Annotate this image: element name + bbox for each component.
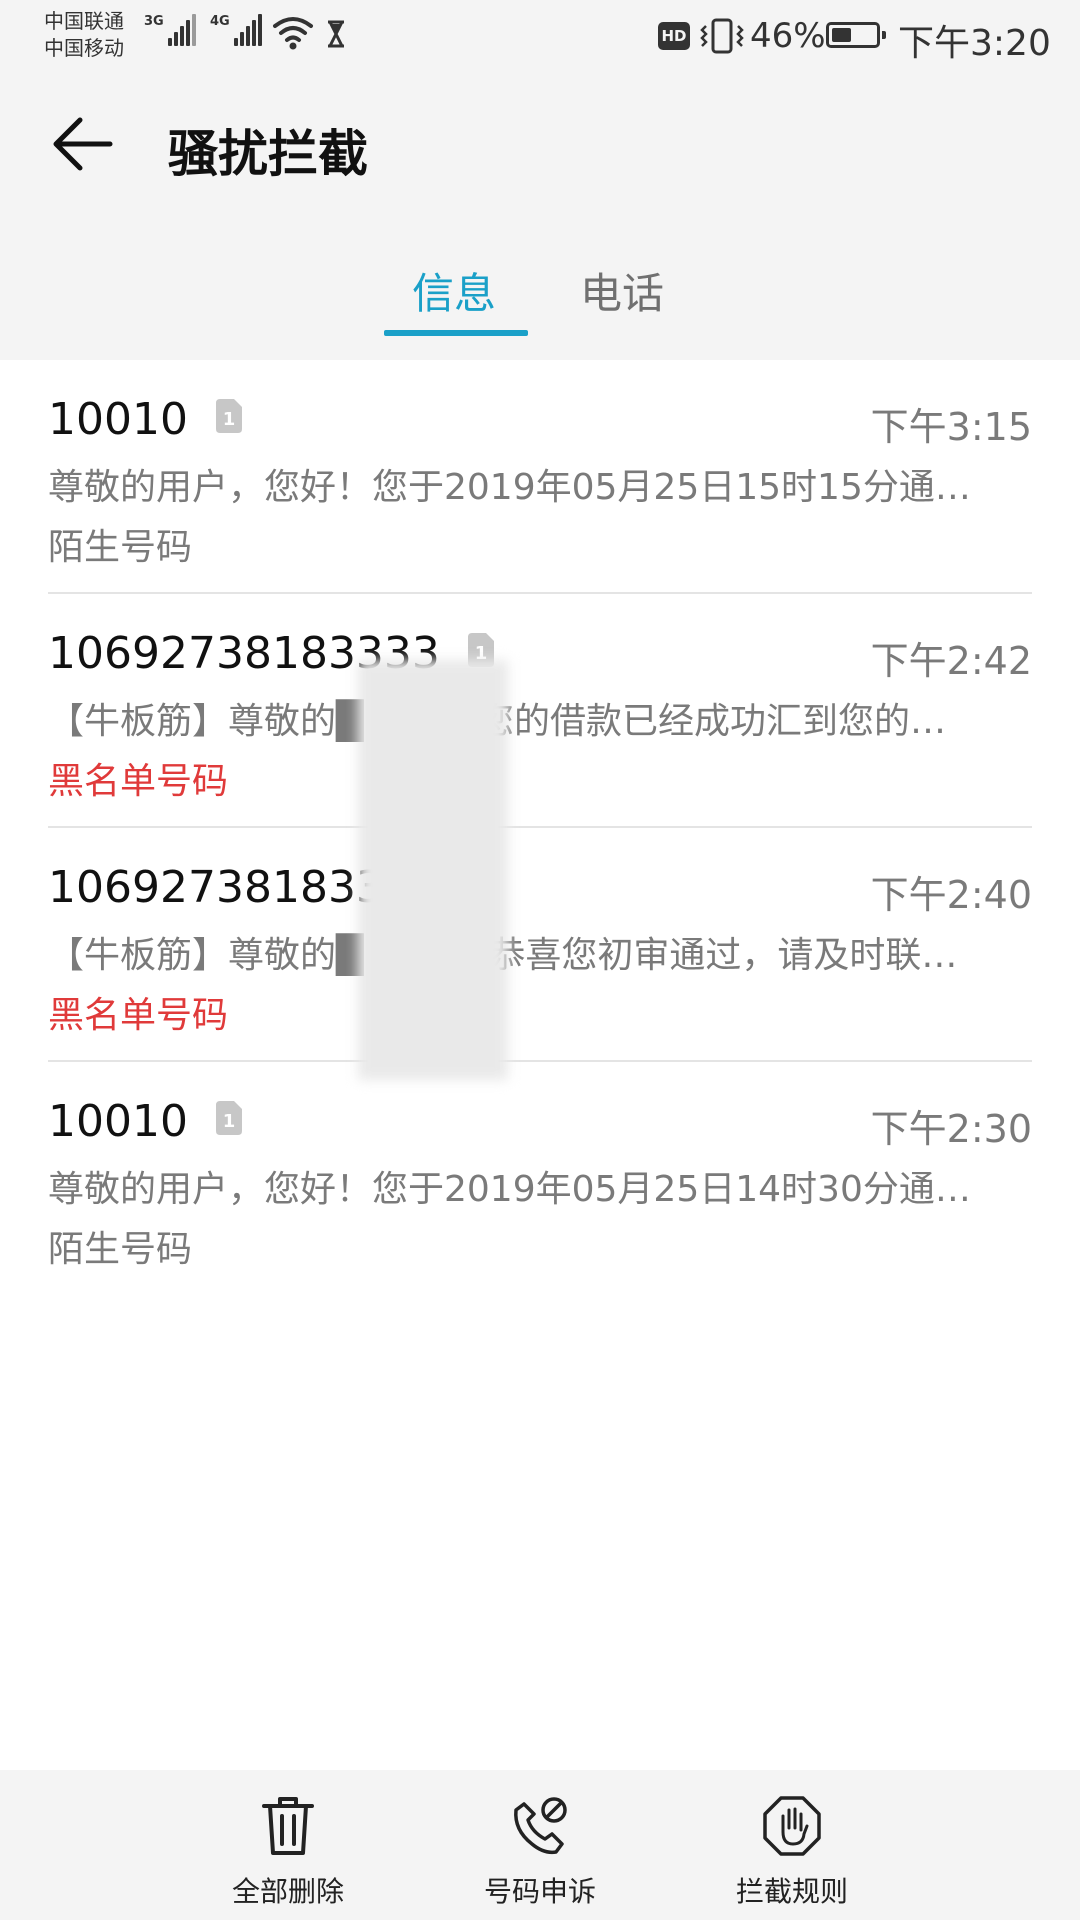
sim-card-icon: 1 — [216, 1101, 242, 1135]
message-time: 下午2:40 — [870, 873, 1032, 917]
number-tag: 陌生号码 — [48, 1229, 193, 1270]
carrier-2: 中国移动 — [44, 36, 124, 60]
network-type-2: 4G — [210, 14, 230, 29]
sender-number: 10010 — [48, 394, 188, 445]
number-tag: 黑名单号码 — [48, 995, 229, 1036]
hourglass-icon — [328, 20, 344, 48]
network-type-1: 3G — [144, 14, 164, 29]
carrier-1: 中国联通 — [44, 9, 124, 33]
message-preview: 【牛板筋】尊敬的█ █ █ ，恭喜您初审通过，请及时联… — [48, 935, 958, 976]
message-time: 下午2:30 — [870, 1107, 1032, 1151]
message-list: 10010 1 下午3:15 尊敬的用户，您好！您于2019年05月25日15时… — [0, 360, 1080, 1770]
delete-all-label: 全部删除 — [231, 1875, 344, 1908]
message-time: 下午3:15 — [870, 405, 1032, 449]
message-preview: 尊敬的用户，您好！您于2019年05月25日15时15分通… — [48, 467, 971, 508]
status-clock: 下午3:20 — [898, 23, 1051, 64]
sender-number: 10010 — [48, 1096, 188, 1147]
message-time: 下午2:42 — [870, 639, 1032, 683]
signal-icon: 4G — [210, 14, 262, 46]
sim-card-icon: 1 — [216, 399, 242, 433]
tab-indicator — [384, 330, 528, 336]
carrier-names: 中国联通 中国移动 — [44, 8, 124, 62]
number-appeal-label: 号码申诉 — [483, 1875, 596, 1908]
status-bar: 中国联通 中国移动 3G 4G HD 46% 下午3:20 — [0, 0, 1080, 72]
back-arrow-icon[interactable] — [50, 112, 114, 176]
message-preview: 尊敬的用户，您好！您于2019年05月25日14时30分通… — [48, 1169, 971, 1210]
tab-calls[interactable]: 电话 — [580, 260, 664, 321]
phone-block-icon — [514, 1797, 567, 1855]
trash-icon — [262, 1797, 314, 1855]
battery-percent: 46% — [750, 16, 826, 56]
block-rules-button[interactable]: 拦截规则 — [702, 1770, 882, 1920]
list-item[interactable]: 1069273818333 下午2:40 【牛板筋】尊敬的█ █ █ ，恭喜您初… — [48, 828, 1032, 1060]
number-tag: 黑名单号码 — [48, 761, 229, 802]
vibrate-icon — [700, 18, 744, 54]
delete-all-button[interactable]: 全部删除 — [198, 1770, 378, 1920]
stop-hand-icon — [763, 1796, 821, 1856]
number-tag: 陌生号码 — [48, 527, 193, 568]
page-title: 骚扰拦截 — [168, 125, 368, 183]
list-item[interactable]: 10692738183333 1 下午2:42 【牛板筋】尊敬的█ █ █，您的… — [48, 594, 1032, 826]
signal-icon: 3G — [144, 14, 196, 46]
hd-badge: HD — [658, 22, 690, 50]
tab-messages[interactable]: 信息 — [412, 260, 496, 321]
list-item[interactable]: 10010 1 下午3:15 尊敬的用户，您好！您于2019年05月25日15时… — [48, 360, 1032, 592]
wifi-icon — [273, 17, 313, 50]
svg-text:1: 1 — [223, 409, 236, 430]
bottom-toolbar: 全部删除 号码申诉 拦截规则 — [0, 1770, 1080, 1920]
svg-text:1: 1 — [223, 1111, 236, 1132]
battery-icon — [826, 22, 886, 48]
block-rules-label: 拦截规则 — [735, 1875, 848, 1908]
number-appeal-button[interactable]: 号码申诉 — [450, 1770, 630, 1920]
list-item[interactable]: 10010 1 下午2:30 尊敬的用户，您好！您于2019年05月25日14时… — [48, 1062, 1032, 1294]
redaction-blur — [358, 660, 508, 1080]
message-preview: 【牛板筋】尊敬的█ █ █，您的借款已经成功汇到您的… — [48, 701, 946, 742]
